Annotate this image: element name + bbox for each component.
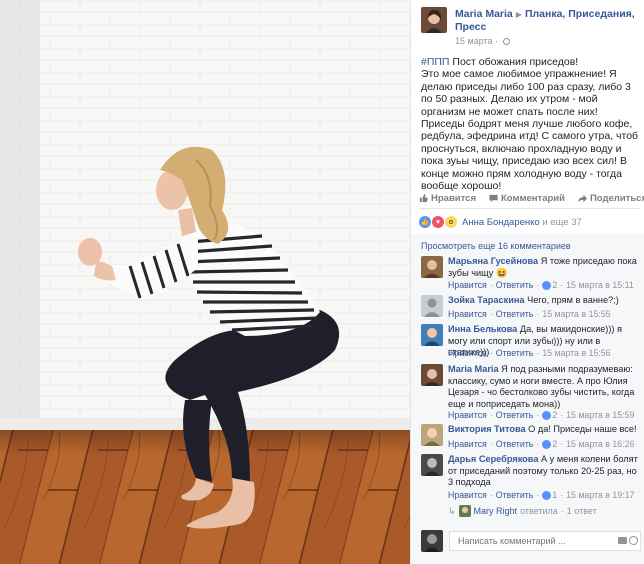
commenter-name[interactable]: Инна Белькова bbox=[448, 324, 517, 334]
comment-like-link[interactable]: Нравится bbox=[448, 410, 487, 420]
love-reaction-icon: ♥ bbox=[432, 216, 444, 228]
commenter-avatar[interactable] bbox=[421, 454, 443, 476]
reaction-names[interactable]: Анна Бондаренко и еще 37 bbox=[462, 217, 582, 228]
globe-icon bbox=[502, 38, 510, 45]
comment-text: О да! Приседы наше все! bbox=[528, 424, 637, 434]
share-button[interactable]: Поделиться bbox=[577, 190, 644, 206]
post-body: Это мое самое любимое упражнение! Я дела… bbox=[421, 68, 639, 193]
commenter-avatar[interactable] bbox=[421, 364, 443, 386]
arrow-right-icon: ▶ bbox=[515, 10, 522, 19]
thumbs-up-icon bbox=[419, 193, 428, 202]
comment-reply-link[interactable]: Ответить bbox=[496, 490, 534, 500]
comment-button[interactable]: Комментарий bbox=[489, 190, 565, 206]
commenter-avatar[interactable] bbox=[421, 256, 443, 278]
wow-reaction-icon: o bbox=[445, 216, 457, 228]
post-date[interactable]: 15 марта · bbox=[455, 36, 510, 46]
view-more-comments-link[interactable]: Просмотреть еще 16 комментариев bbox=[421, 241, 571, 251]
reply-count[interactable]: 1 ответ bbox=[567, 506, 597, 516]
reactions-summary[interactable]: 👍 ♥ o Анна Бондаренко и еще 37 bbox=[419, 214, 641, 230]
comment-like-count[interactable]: 2 bbox=[542, 439, 557, 449]
comment-label: Комментарий bbox=[500, 192, 565, 204]
comment-date[interactable]: 15 марта в 15:56 bbox=[542, 348, 610, 358]
camera-icon[interactable] bbox=[618, 537, 627, 544]
like-reaction-icon bbox=[542, 490, 552, 500]
comment-meta: Нравится · Ответить · 2 · 15 марта в 16:26 bbox=[448, 439, 635, 449]
comment-like-link[interactable]: Нравится bbox=[448, 280, 487, 290]
comment-date[interactable]: 15 марта в 15:55 bbox=[542, 309, 610, 319]
comment-date[interactable]: 15 марта в 16:26 bbox=[566, 439, 634, 449]
commenter-avatar[interactable] bbox=[421, 295, 443, 317]
comment-meta: Нравится · Ответить · 15 марта в 15:56 bbox=[448, 348, 611, 358]
author-avatar[interactable] bbox=[421, 7, 447, 33]
post-side-panel: Maria Maria ▶ Планка, Приседания, Пресс 15… bbox=[410, 0, 644, 564]
post-text: #ППП Пост обожания приседов! Это мое сам… bbox=[421, 56, 639, 192]
reply-verb: ответила bbox=[520, 506, 558, 516]
squat-photo bbox=[0, 0, 410, 564]
comment-like-count[interactable]: 2 bbox=[542, 280, 557, 290]
post-header: Maria Maria ▶ Планка, Приседания, Пресс 15… bbox=[421, 7, 641, 47]
comment-meta: Нравится · Ответить · 2 · 15 марта в 15:11 bbox=[448, 280, 634, 290]
share-label: Поделиться bbox=[589, 192, 644, 204]
comment-reply-link[interactable]: Ответить bbox=[496, 309, 534, 319]
divider bbox=[419, 208, 641, 209]
like-reaction-icon bbox=[542, 439, 552, 449]
comment-reply-link[interactable]: Ответить bbox=[496, 439, 534, 449]
comment-reply-link[interactable]: Ответить bbox=[496, 348, 534, 358]
comment-like-count[interactable]: 2 bbox=[542, 410, 557, 420]
comment-body: Maria Maria Я под разными подразумеваю: … bbox=[448, 364, 641, 410]
commenter-avatar[interactable] bbox=[421, 424, 443, 446]
comment-date[interactable]: 15 марта в 15:11 bbox=[566, 280, 634, 290]
like-reaction-icon: 👍 bbox=[419, 216, 431, 228]
comment-like-link[interactable]: Нравится bbox=[448, 490, 487, 500]
commenter-name[interactable]: Виктория Титова bbox=[448, 424, 526, 434]
comment-like-link[interactable]: Нравится bbox=[448, 348, 487, 358]
commenter-name[interactable]: Зойка Тараскина bbox=[448, 295, 525, 305]
post-hashtag[interactable]: #ППП bbox=[421, 56, 449, 68]
like-reaction-icon bbox=[542, 410, 552, 420]
comment-reply-link[interactable]: Ответить bbox=[496, 410, 534, 420]
post-photo[interactable] bbox=[0, 0, 410, 564]
comment-like-link[interactable]: Нравится bbox=[448, 309, 487, 319]
comment-input[interactable] bbox=[449, 531, 641, 551]
comment-reply-link[interactable]: Ответить bbox=[496, 280, 534, 290]
comment-composer bbox=[421, 530, 641, 554]
post-title-line: Пост обожания приседов! bbox=[452, 56, 579, 68]
replier-name[interactable]: Mary Right bbox=[474, 506, 518, 516]
comment-meta: Нравится · Ответить · 1 · 15 марта в 19:17 bbox=[448, 490, 635, 500]
comment-meta: Нравится · Ответить · 15 марта в 15:55 bbox=[448, 309, 611, 319]
comment-text: Чего, прям в ванне?;) bbox=[527, 295, 619, 305]
commenter-name[interactable]: Марьяна Гусейнова bbox=[448, 256, 538, 266]
comment-meta: Нравится · Ответить · 2 · 15 марта в 15:59 bbox=[448, 410, 635, 420]
comment-body: Марьяна Гусейнова Я тоже приседаю пока з… bbox=[448, 256, 641, 279]
comment-body: Виктория Титова О да! Приседы наше все! bbox=[448, 424, 641, 436]
comment-date[interactable]: 15 марта в 15:59 bbox=[566, 410, 634, 420]
post-actions: Нравится Комментарий Поделиться bbox=[419, 190, 644, 206]
commenter-avatar[interactable] bbox=[421, 324, 443, 346]
comment-icon bbox=[489, 194, 498, 202]
replier-avatar bbox=[458, 505, 471, 517]
current-user-avatar bbox=[421, 530, 443, 552]
share-arrow-icon bbox=[577, 194, 587, 202]
comment-like-link[interactable]: Нравится bbox=[448, 439, 487, 449]
like-reaction-icon bbox=[542, 280, 552, 290]
like-label: Нравится bbox=[431, 192, 476, 204]
comment-body: Дарья Серебрякова А у меня колени болят … bbox=[448, 454, 641, 489]
replies-link[interactable]: ↳ Mary Right ответила · 1 ответ bbox=[448, 505, 597, 517]
commenter-name[interactable]: Maria Maria bbox=[448, 364, 499, 374]
reply-arrow-icon: ↳ bbox=[448, 505, 456, 516]
comment-date[interactable]: 15 марта в 19:17 bbox=[566, 490, 634, 500]
author-line: Maria Maria ▶ Планка, Приседания, Пресс bbox=[455, 8, 641, 34]
commenter-name[interactable]: Дарья Серебрякова bbox=[448, 454, 538, 464]
emoji-icon[interactable] bbox=[629, 536, 638, 545]
comment-body: Зойка Тараскина Чего, прям в ванне?;) bbox=[448, 295, 641, 307]
like-button[interactable]: Нравится bbox=[419, 190, 476, 206]
author-name[interactable]: Maria Maria bbox=[455, 8, 513, 20]
comment-like-count[interactable]: 1 bbox=[542, 490, 557, 500]
